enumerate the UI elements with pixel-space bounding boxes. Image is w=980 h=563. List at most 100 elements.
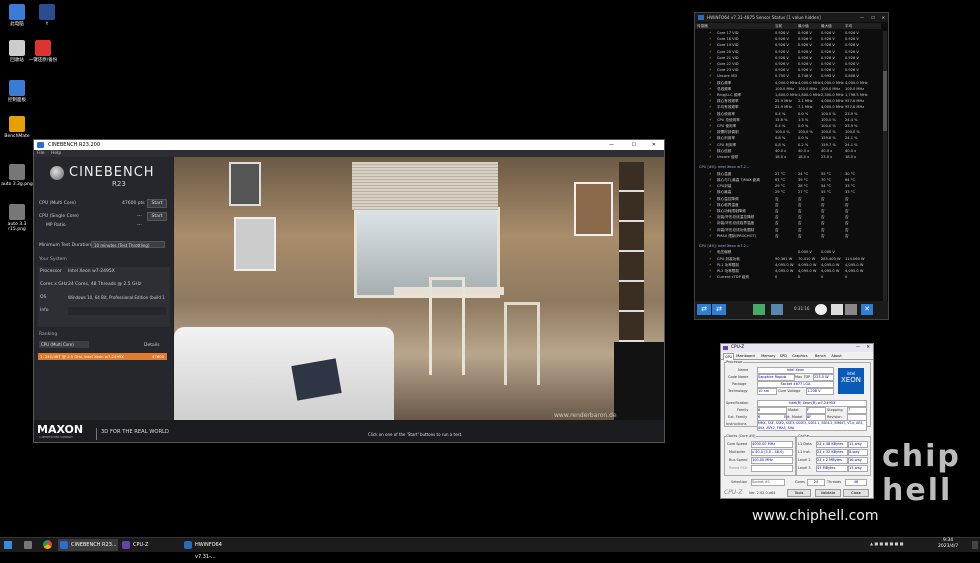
cpuz-close-icon[interactable]: ✕ — [866, 344, 870, 352]
taskbar-app-button[interactable]: CINEBENCH R23... — [58, 539, 118, 551]
sensor-section-header[interactable]: CPU [#0]: Intel Xeon w7-2... — [695, 243, 881, 249]
scene-sofa — [174, 327, 394, 420]
hwinfo-scroll-thumb[interactable] — [883, 71, 887, 131]
os-label: OS — [40, 295, 47, 300]
hwinfo-titlebar[interactable]: HWiNFO64 v7.31-4875 Sensor Status [1 val… — [695, 13, 888, 22]
tools-button[interactable]: Tools — [787, 489, 811, 497]
selection-select[interactable]: Socket #1 — [751, 479, 785, 486]
sensor-row[interactable]: ⚡ PMAX 限制(PROCHOT) 否 否 否 否 — [695, 233, 881, 239]
settings-gear-icon[interactable] — [845, 304, 857, 315]
cpuz-tab[interactable]: Graphics — [791, 353, 808, 359]
sensor-value: 0 — [845, 275, 848, 280]
chiphell-logo: chip hell — [882, 439, 961, 508]
desktop-icon[interactable]: Y — [30, 4, 64, 27]
name-value: Intel Xeon — [757, 367, 834, 374]
sensor-row[interactable]: ⚡ Current cTDP 级别 0 0 0 0 — [695, 274, 881, 280]
ranking-select[interactable]: CPU (Multi Core) — [39, 341, 89, 348]
processor-value: Intel Xeon w7-2495X — [68, 269, 115, 274]
cpuz-tab[interactable]: Mainboard — [735, 353, 755, 359]
render-viewport: www.renderbaron.de — [174, 157, 664, 420]
menu-help[interactable]: Help — [51, 151, 61, 156]
cpuz-tab[interactable]: Memory — [760, 353, 776, 359]
l1d-label: L1 Data — [798, 442, 812, 446]
multi-core-start-button[interactable]: Start — [147, 199, 167, 208]
desktop-icon-label: auto 3.3 r15.png — [7, 222, 27, 232]
hwinfo-column-header[interactable]: 传感器 — [697, 23, 708, 29]
close-icon[interactable]: ✕ — [652, 140, 656, 150]
taskbar-app-button[interactable]: HWiNFO64 v7.31-... — [182, 539, 244, 560]
menu-file[interactable]: File — [37, 151, 45, 156]
taskbar-app-button[interactable]: CPU-Z — [120, 539, 178, 551]
system-tray-icons[interactable]: ▲ ■ ■ ■ ■ ■ ■ — [870, 541, 930, 549]
clock-icon[interactable] — [815, 304, 827, 315]
cinebench-sidebar: CINEBENCH R23 CPU (Multi Core) 47600 pts… — [34, 157, 173, 442]
cpuz-titlebar[interactable]: CPU-Z — ✕ — [721, 344, 873, 352]
hwinfo-nav-left-icon[interactable]: ⇄ — [697, 304, 711, 315]
cpuz-tab[interactable]: About — [830, 353, 842, 359]
hwinfo-close-icon[interactable]: ✕ — [881, 13, 885, 22]
hwinfo-scrollbar[interactable] — [883, 31, 887, 303]
sensor-name: Uncore 倍频 — [717, 155, 739, 159]
ranking-entry[interactable]: 1. 24C/48T @ 2.5 GHz, Intel Xeon w7-2495… — [38, 353, 167, 360]
scene-chair-2 — [504, 302, 540, 385]
close-button[interactable]: Close — [843, 489, 869, 497]
desktop-icon-image — [9, 4, 25, 20]
min-duration-select[interactable]: 10 minutes (Test Throttling) — [91, 241, 165, 248]
hwinfo-layout-icon[interactable] — [771, 304, 783, 315]
cinebench-titlebar[interactable]: CINEBENCH R23.200 — ☐ ✕ — [34, 140, 664, 150]
sensor-name: Current cTDP 级别 — [717, 275, 750, 280]
sensor-value: 18.0 x — [798, 155, 810, 159]
desktop-icon[interactable]: 一键还原/备份 — [26, 40, 60, 63]
cpuz-tab[interactable]: SPD — [779, 353, 788, 359]
details-button[interactable]: Details — [144, 343, 160, 348]
notifications-icon[interactable] — [972, 541, 978, 549]
maxtdp-label: Max TDP — [795, 375, 811, 379]
ext-model-label: Ext. Model — [784, 415, 803, 419]
cinebench-menubar: File Help — [34, 150, 664, 157]
sensor-section-header[interactable]: CPU [#0]: Intel Xeon w7-2... — [695, 164, 881, 170]
hwinfo-nav-right-icon[interactable]: ⇄ — [712, 304, 726, 315]
l3-label: Level 3 — [798, 466, 811, 470]
status-text: Click on one of the 'Start' buttons to r… — [368, 432, 463, 437]
hwinfo-exit-icon[interactable]: ✕ — [861, 304, 873, 315]
hwinfo-maximize-icon[interactable]: ☐ — [871, 13, 875, 22]
hwinfo-column-header[interactable]: 最大值 — [821, 23, 832, 29]
cpuz-minimize-icon[interactable]: — — [856, 344, 860, 352]
clock[interactable]: 9:34 2023/4/7 — [938, 538, 958, 550]
validate-button[interactable]: Validate — [815, 489, 841, 497]
minimize-icon[interactable]: — — [609, 140, 614, 150]
desktop-icon[interactable]: 此电脑 — [0, 4, 34, 27]
scene-blinds — [352, 162, 498, 210]
hwinfo-timer: 0:31:16 — [794, 306, 810, 311]
hwinfo-column-header[interactable]: 当前 — [775, 23, 782, 29]
cinebench-logo-icon — [50, 166, 64, 180]
single-core-start-button[interactable]: Start — [147, 212, 167, 221]
desktop-icon[interactable]: auto 3.3 r15.png — [0, 204, 34, 232]
desktop-icon-label: BenchMate — [4, 134, 30, 139]
package-value: Socket 4677 LGA — [757, 381, 834, 388]
hwinfo-network-icon[interactable] — [753, 304, 765, 315]
cpuz-tab[interactable]: CPU — [723, 353, 735, 360]
chrome-icon[interactable] — [43, 540, 52, 549]
desktop-icon-label: 控制面板 — [8, 98, 26, 103]
desktop-icon[interactable]: BenchMate — [0, 116, 34, 139]
sensor-row[interactable]: ⚡ Uncore 倍频 18.0 x 18.0 x 23.0 x 18.0 x — [695, 154, 881, 160]
hwinfo-column-header[interactable]: 平均 — [845, 23, 852, 29]
desktop-icon-image — [9, 164, 25, 180]
voltage-value: 1.208 V — [806, 388, 834, 395]
cpuz-tabbar: CPU Mainboard Memory SPD Graphics Bench About — [721, 352, 873, 360]
start-icon[interactable] — [4, 541, 12, 549]
mp-ratio-label: MP Ratio — [46, 223, 66, 228]
cpuz-tab[interactable]: Bench — [814, 353, 827, 359]
rated-fsb-label: Rated FSB — [729, 466, 747, 470]
maximize-icon[interactable]: ☐ — [632, 140, 636, 150]
l1d-value: 24 x 48 KBytes — [816, 441, 848, 448]
task-view-icon[interactable] — [24, 541, 32, 549]
desktop-icon[interactable]: auto 3.3g.png — [0, 164, 34, 187]
scene-picture-2 — [234, 217, 276, 271]
desktop-icon-image — [39, 4, 55, 20]
report-icon[interactable] — [831, 304, 843, 315]
hwinfo-column-header[interactable]: 最小值 — [798, 23, 809, 29]
desktop-icon[interactable]: 控制面板 — [0, 80, 34, 103]
hwinfo-minimize-icon[interactable]: — — [860, 13, 864, 22]
